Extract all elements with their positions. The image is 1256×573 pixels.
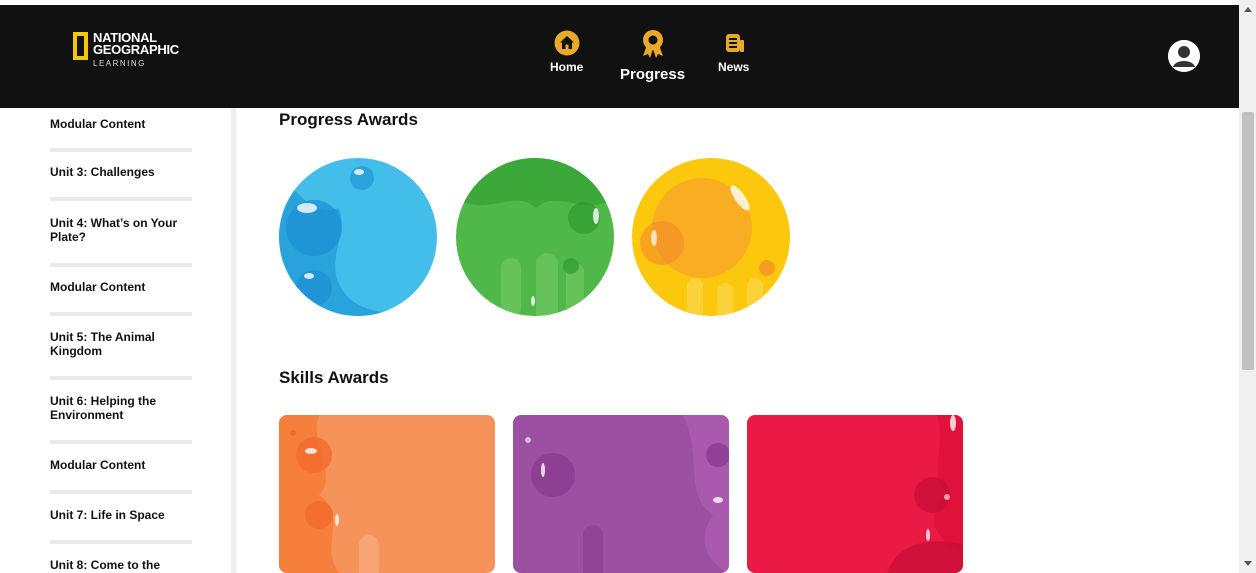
sidebar-separator <box>50 490 192 494</box>
nav-home-label: Home <box>550 60 584 74</box>
scrollbar-thumb[interactable] <box>1242 112 1254 370</box>
nav-progress-label: Progress <box>620 66 686 83</box>
national-geographic-logo[interactable]: NATIONAL GEOGRAPHIC LEARNING <box>73 31 179 68</box>
logo-subtitle: LEARNING <box>93 59 146 68</box>
top-navigation-bar: NATIONAL GEOGRAPHIC LEARNING Home Progre… <box>0 0 1239 108</box>
sidebar-separator <box>50 376 192 380</box>
nav-news[interactable]: News <box>718 30 749 74</box>
sidebar-separator <box>50 312 192 316</box>
logo-yellow-frame-icon <box>73 32 88 60</box>
news-icon <box>725 34 744 52</box>
home-icon <box>554 30 580 56</box>
progress-award-blue[interactable] <box>279 158 437 316</box>
sidebar-separator <box>50 148 192 152</box>
scroll-up-arrow-icon[interactable] <box>1244 7 1252 12</box>
red-award-card-icon <box>747 415 963 573</box>
sidebar-separator <box>50 197 192 201</box>
nav-home[interactable]: Home <box>550 30 583 74</box>
sidebar-separator <box>50 440 192 444</box>
sidebar-separator <box>50 263 192 267</box>
progress-award-green[interactable] <box>456 158 614 316</box>
logo-line-2: GEOGRAPHIC <box>93 42 179 57</box>
scroll-down-arrow-icon[interactable] <box>1244 561 1252 566</box>
award-ribbon-icon <box>642 30 663 58</box>
progress-awards-heading: Progress Awards <box>279 110 418 129</box>
nav-news-label: News <box>718 60 750 74</box>
sidebar-item-unit-7[interactable]: Unit 7: Life in Space <box>50 508 192 522</box>
blue-award-badge-icon <box>279 158 437 316</box>
sidebar-item-unit-5[interactable]: Unit 5: The Animal Kingdom <box>50 330 192 358</box>
user-avatar-button[interactable] <box>1168 40 1200 72</box>
orange-award-card-icon <box>279 415 495 573</box>
top-strip <box>0 0 1239 5</box>
user-avatar-icon <box>1168 40 1200 72</box>
unit-sidebar: Modular Content Unit 3: Challenges Unit … <box>0 108 236 573</box>
sidebar-item-modular-content-3[interactable]: Modular Content <box>50 458 192 472</box>
skills-award-red[interactable] <box>747 415 963 573</box>
green-award-badge-icon <box>456 158 614 316</box>
skills-awards-heading: Skills Awards <box>279 368 389 387</box>
sidebar-item-unit-8[interactable]: Unit 8: Come to the <box>50 558 192 572</box>
skills-award-purple[interactable] <box>513 415 729 573</box>
sidebar-item-modular-content-2[interactable]: Modular Content <box>50 280 192 294</box>
sidebar-separator <box>50 540 192 544</box>
sidebar-item-unit-3[interactable]: Unit 3: Challenges <box>50 165 192 179</box>
sidebar-item-modular-content-1[interactable]: Modular Content <box>50 117 192 131</box>
purple-award-card-icon <box>513 415 729 573</box>
nav-progress[interactable]: Progress <box>620 28 685 83</box>
progress-award-yellow[interactable] <box>632 158 790 316</box>
skills-award-orange[interactable] <box>279 415 495 573</box>
sidebar-item-unit-6[interactable]: Unit 6: Helping the Environment <box>50 394 192 422</box>
yellow-award-badge-icon <box>632 158 790 316</box>
sidebar-item-unit-4[interactable]: Unit 4: What’s on Your Plate? <box>50 216 192 244</box>
